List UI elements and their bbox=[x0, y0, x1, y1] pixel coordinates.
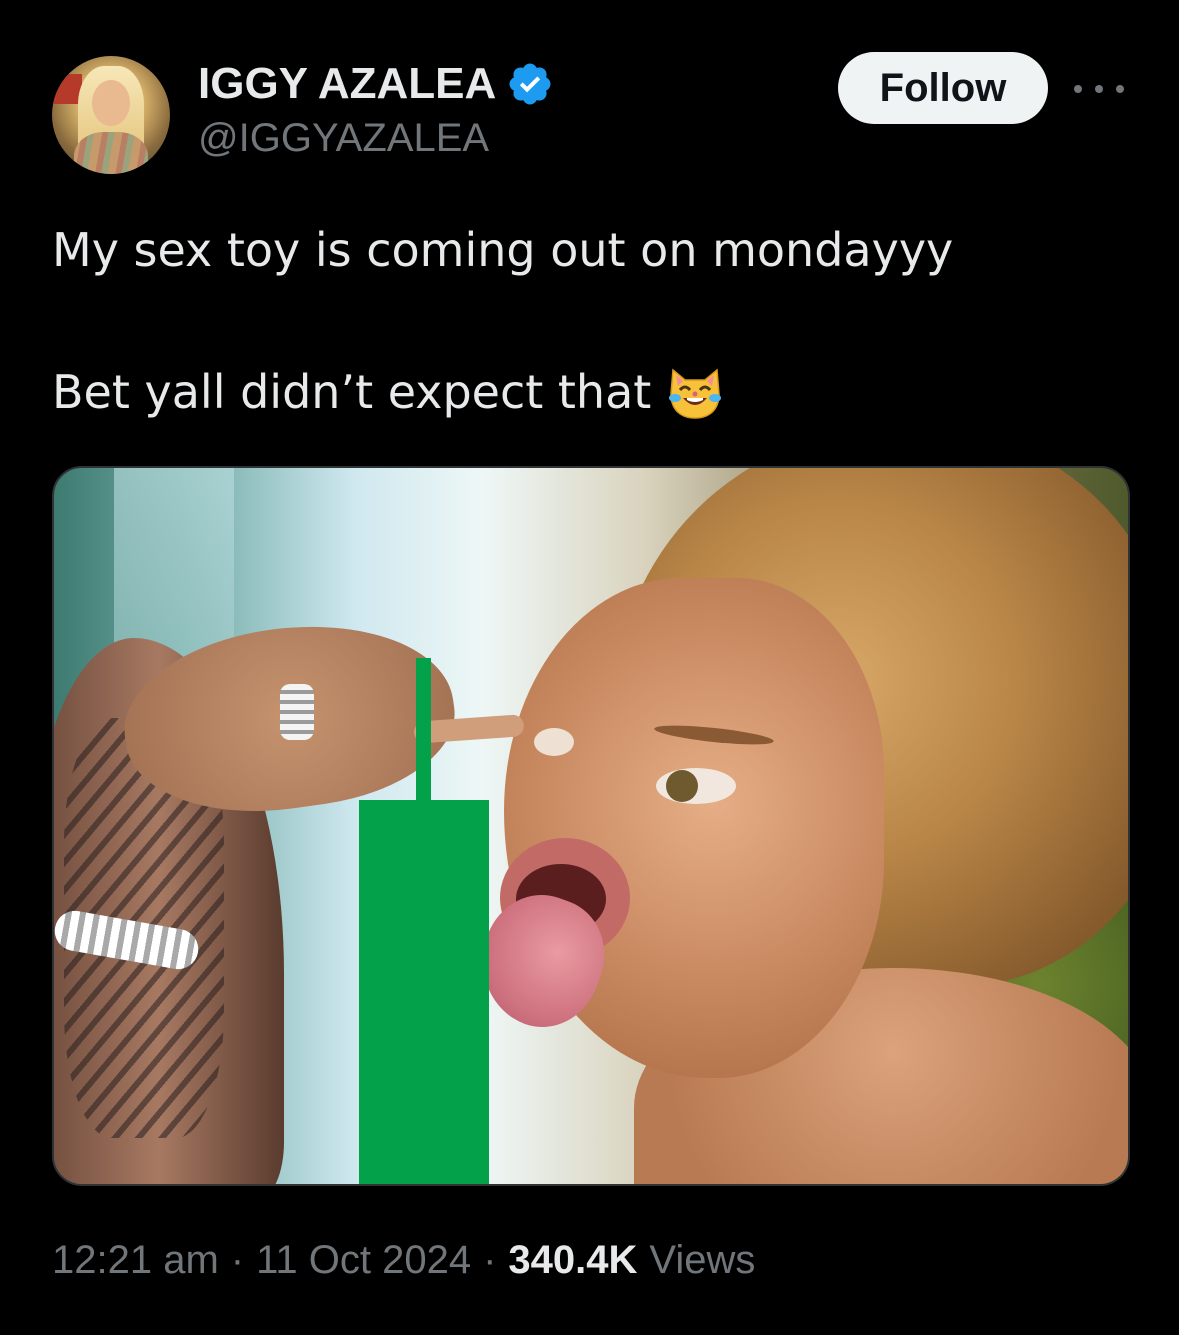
cat-face-with-tears-of-joy-icon bbox=[669, 368, 722, 419]
image-ring bbox=[280, 684, 314, 740]
verified-badge-icon bbox=[509, 63, 551, 105]
avatar-face bbox=[92, 80, 130, 126]
tweet-date[interactable]: 11 Oct 2024 bbox=[256, 1238, 471, 1283]
tweet-meta: 12:21 am · 11 Oct 2024 · 340.4K Views bbox=[52, 1238, 755, 1283]
author-handle[interactable]: @IGGYAZALEA bbox=[198, 116, 489, 161]
dot bbox=[1095, 85, 1103, 93]
meta-separator: · bbox=[230, 1238, 245, 1282]
meta-separator: · bbox=[483, 1238, 497, 1282]
image-iris bbox=[666, 770, 698, 802]
author-avatar[interactable] bbox=[52, 56, 170, 174]
green-candlestick-body bbox=[359, 800, 489, 1184]
green-candlestick-wick bbox=[416, 658, 431, 800]
avatar-outfit bbox=[74, 132, 148, 174]
tweet-line-1: My sex toy is coming out on mondayyy bbox=[52, 222, 1132, 278]
dot bbox=[1074, 85, 1082, 93]
follow-button[interactable]: Follow bbox=[838, 52, 1048, 124]
tweet-line-2-text: Bet yall didn’t expect that bbox=[52, 365, 652, 419]
tweet-line-1-text: My sex toy is coming out on mondayyy bbox=[52, 223, 954, 277]
tweet-text: My sex toy is coming out on mondayyy Bet… bbox=[52, 222, 1132, 420]
tweet-line-2: Bet yall didn’t expect that bbox=[52, 364, 1132, 420]
views-count[interactable]: 340.4K bbox=[508, 1238, 637, 1283]
dot bbox=[1116, 85, 1124, 93]
author-display-name[interactable]: IGGY AZALEA bbox=[198, 59, 496, 109]
author-name-row: IGGY AZALEA bbox=[198, 58, 554, 110]
tweet-media-image[interactable] bbox=[52, 466, 1130, 1186]
more-horizontal-icon[interactable] bbox=[1074, 74, 1124, 104]
tweet-time[interactable]: 12:21 am bbox=[52, 1238, 219, 1283]
views-label: Views bbox=[649, 1238, 756, 1282]
image-eye-far bbox=[534, 728, 574, 756]
tweet-header: IGGY AZALEA @IGGYAZALEA Follow bbox=[52, 52, 1132, 176]
